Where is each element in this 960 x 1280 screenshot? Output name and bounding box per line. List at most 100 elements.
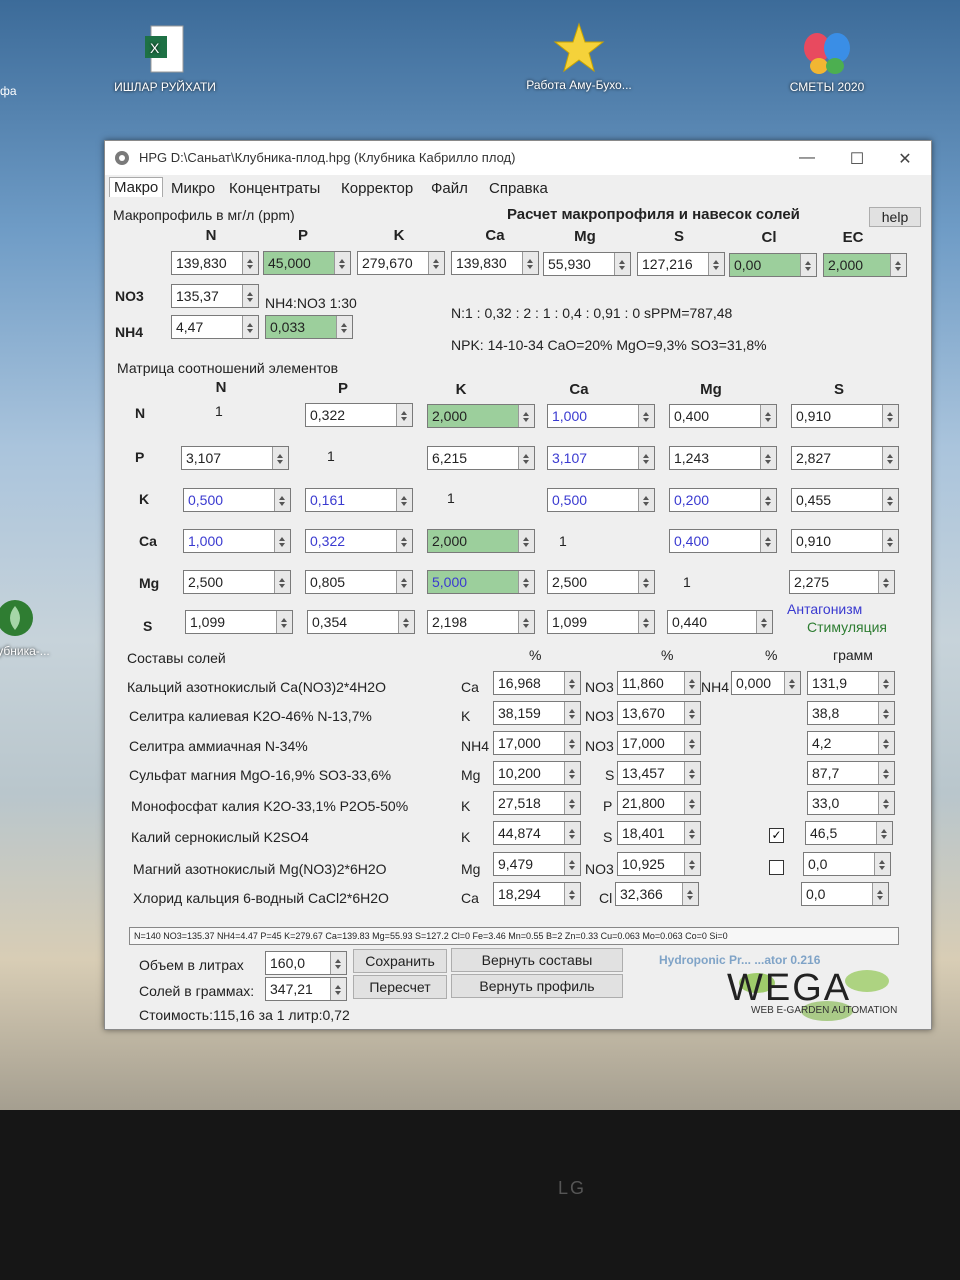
- spin-arrows-icon[interactable]: [564, 672, 580, 694]
- spin-arrows-icon[interactable]: [882, 447, 898, 469]
- spin-arrows-icon[interactable]: [684, 732, 700, 754]
- spin-arrows-icon[interactable]: [272, 447, 288, 469]
- tab-concentrates[interactable]: Концентраты: [229, 180, 320, 197]
- spin-arrows-icon[interactable]: [682, 883, 698, 905]
- salt-include-checkbox[interactable]: [769, 860, 784, 875]
- spin-arrows-icon[interactable]: [396, 489, 412, 511]
- matrix-s-ca[interactable]: 1,099: [547, 610, 655, 634]
- spin-arrows-icon[interactable]: [518, 611, 534, 633]
- matrix-k-s[interactable]: 0,455: [791, 488, 899, 512]
- spin-arrows-icon[interactable]: [276, 611, 292, 633]
- matrix-mg-k[interactable]: 5,000: [427, 570, 535, 594]
- spin-arrows-icon[interactable]: [522, 252, 538, 274]
- spin-arrows-icon[interactable]: [684, 822, 700, 844]
- tab-corrector[interactable]: Корректор: [341, 180, 413, 197]
- spin-arrows-icon[interactable]: [334, 252, 350, 274]
- help-button[interactable]: help: [869, 207, 921, 227]
- salts-gram-spin[interactable]: 347,21: [265, 977, 347, 1001]
- menu-help[interactable]: Справка: [489, 180, 548, 197]
- profile-p-spin[interactable]: 45,000: [263, 251, 351, 275]
- spin-arrows-icon[interactable]: [684, 853, 700, 875]
- matrix-mg-ca[interactable]: 2,500: [547, 570, 655, 594]
- salt-pct-1[interactable]: 9,479: [493, 852, 581, 876]
- profile-ca-spin[interactable]: 139,830: [451, 251, 539, 275]
- spin-arrows-icon[interactable]: [564, 762, 580, 784]
- spin-arrows-icon[interactable]: [242, 252, 258, 274]
- spin-arrows-icon[interactable]: [878, 792, 894, 814]
- matrix-ca-n[interactable]: 1,000: [183, 529, 291, 553]
- spin-arrows-icon[interactable]: [878, 732, 894, 754]
- spin-arrows-icon[interactable]: [564, 883, 580, 905]
- matrix-s-mg[interactable]: 0,440: [667, 610, 773, 634]
- spin-arrows-icon[interactable]: [518, 530, 534, 552]
- matrix-s-p[interactable]: 0,354: [307, 610, 415, 634]
- matrix-s-k[interactable]: 2,198: [427, 610, 535, 634]
- spin-arrows-icon[interactable]: [242, 316, 258, 338]
- spin-arrows-icon[interactable]: [882, 405, 898, 427]
- profile-s-spin[interactable]: 127,216: [637, 252, 725, 276]
- salt-gram[interactable]: 33,0: [807, 791, 895, 815]
- salt-gram[interactable]: 38,8: [807, 701, 895, 725]
- no3-spin[interactable]: 135,37: [171, 284, 259, 308]
- salt-pct-1[interactable]: 18,294: [493, 882, 581, 906]
- salt-gram[interactable]: 46,5: [805, 821, 893, 845]
- restore-compositions-button[interactable]: Вернуть составы: [451, 948, 623, 972]
- profile-k-spin[interactable]: 279,670: [357, 251, 445, 275]
- matrix-k-mg[interactable]: 0,200: [669, 488, 777, 512]
- spin-arrows-icon[interactable]: [564, 792, 580, 814]
- close-icon[interactable]: ✕: [893, 149, 917, 169]
- spin-arrows-icon[interactable]: [336, 316, 352, 338]
- matrix-p-s[interactable]: 2,827: [791, 446, 899, 470]
- spin-arrows-icon[interactable]: [760, 447, 776, 469]
- salt-pct-2[interactable]: 18,401: [617, 821, 701, 845]
- matrix-ca-mg[interactable]: 0,400: [669, 529, 777, 553]
- profile-ec-spin[interactable]: 2,000: [823, 253, 907, 277]
- salt-pct-2[interactable]: 11,860: [617, 671, 701, 695]
- spin-arrows-icon[interactable]: [684, 702, 700, 724]
- spin-arrows-icon[interactable]: [396, 404, 412, 426]
- spin-arrows-icon[interactable]: [518, 447, 534, 469]
- matrix-k-p[interactable]: 0,161: [305, 488, 413, 512]
- matrix-n-mg[interactable]: 0,400: [669, 404, 777, 428]
- profile-mg-spin[interactable]: 55,930: [543, 252, 631, 276]
- spin-arrows-icon[interactable]: [876, 822, 892, 844]
- recalc-button[interactable]: Пересчет: [353, 975, 447, 999]
- spin-arrows-icon[interactable]: [890, 254, 906, 276]
- spin-arrows-icon[interactable]: [638, 405, 654, 427]
- spin-arrows-icon[interactable]: [878, 702, 894, 724]
- salt-pct-1[interactable]: 38,159: [493, 701, 581, 725]
- salt-pct-2[interactable]: 21,800: [617, 791, 701, 815]
- desktop-icon-klubnika[interactable]: ...лубника-...: [0, 596, 70, 658]
- spin-arrows-icon[interactable]: [638, 571, 654, 593]
- salt-pct-1[interactable]: 44,874: [493, 821, 581, 845]
- matrix-p-n[interactable]: 3,107: [181, 446, 289, 470]
- desktop-icon-rabota[interactable]: Работа Аму-Бухо...: [524, 22, 634, 92]
- matrix-n-p[interactable]: 0,322: [305, 403, 413, 427]
- nh4-spin[interactable]: 4,47: [171, 315, 259, 339]
- title-bar[interactable]: HPG D:\Саньат\Клубника-плод.hpg (Клубник…: [105, 141, 931, 175]
- desktop-icon-smety[interactable]: СМЕТЫ 2020: [772, 30, 882, 94]
- matrix-n-ca[interactable]: 1,000: [547, 404, 655, 428]
- spin-arrows-icon[interactable]: [760, 489, 776, 511]
- tab-macro[interactable]: Макро: [109, 177, 164, 197]
- matrix-p-mg[interactable]: 1,243: [669, 446, 777, 470]
- spin-arrows-icon[interactable]: [518, 405, 534, 427]
- salt-include-checkbox[interactable]: ✓: [769, 828, 784, 843]
- salt-pct-3[interactable]: 0,000: [731, 671, 801, 695]
- matrix-mg-s[interactable]: 2,275: [789, 570, 895, 594]
- salt-pct-2[interactable]: 13,670: [617, 701, 701, 725]
- spin-arrows-icon[interactable]: [882, 489, 898, 511]
- matrix-n-s[interactable]: 0,910: [791, 404, 899, 428]
- salt-pct-2[interactable]: 10,925: [617, 852, 701, 876]
- desktop-icon-ishlar[interactable]: X ИШЛАР РУЙХАТИ: [110, 24, 220, 94]
- profile-cl-spin[interactable]: 0,00: [729, 253, 817, 277]
- spin-arrows-icon[interactable]: [878, 762, 894, 784]
- spin-arrows-icon[interactable]: [784, 672, 800, 694]
- salt-gram[interactable]: 131,9: [807, 671, 895, 695]
- matrix-p-ca[interactable]: 3,107: [547, 446, 655, 470]
- matrix-n-k[interactable]: 2,000: [427, 404, 535, 428]
- salt-pct-1[interactable]: 27,518: [493, 791, 581, 815]
- spin-arrows-icon[interactable]: [874, 853, 890, 875]
- spin-arrows-icon[interactable]: [638, 611, 654, 633]
- spin-arrows-icon[interactable]: [882, 530, 898, 552]
